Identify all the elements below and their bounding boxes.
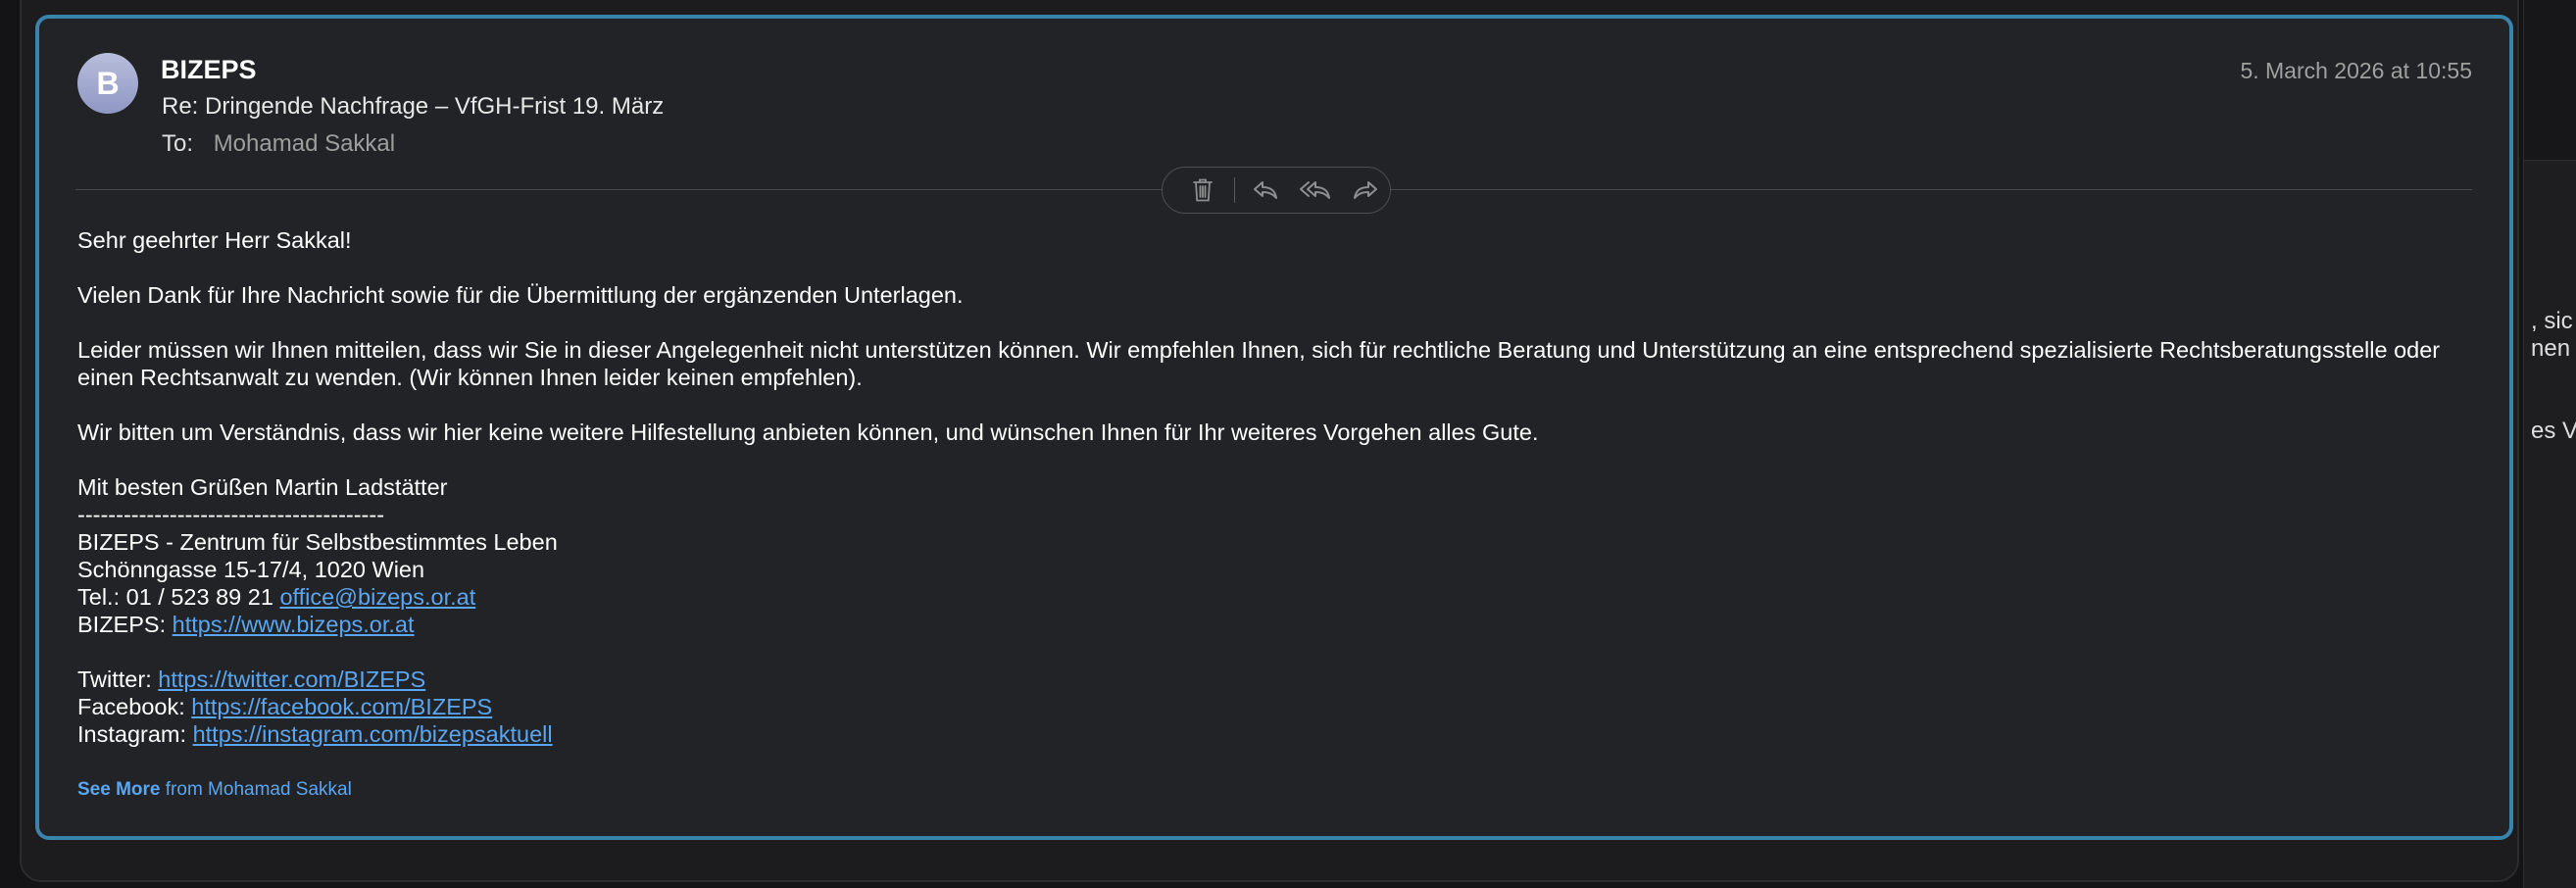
- background-text-peek-3: es Vo: [2531, 418, 2576, 444]
- email-subject: Re: Dringende Nachfrage – VfGH-Frist 19.…: [162, 93, 665, 120]
- twitter-label: Twitter:: [77, 666, 152, 692]
- see-more-sender: from Mohamad Sakkal: [165, 779, 352, 800]
- recipient-name[interactable]: Mohamad Sakkal: [214, 130, 395, 157]
- delete-button[interactable]: [1178, 169, 1228, 212]
- signature-tel-row: Tel.: 01 / 523 89 21 office@bizeps.or.at: [77, 583, 2459, 611]
- tel-label: Tel.: 01 / 523 89 21: [77, 584, 273, 610]
- signature-instagram-row: Instagram: https://instagram.com/bizepsa…: [77, 720, 2459, 748]
- message-action-toolbar: [1162, 167, 1391, 214]
- greeting: Sehr geehrter Herr Sakkal!: [77, 227, 352, 253]
- facebook-label: Facebook:: [77, 694, 185, 719]
- signature-web-row: BIZEPS: https://www.bizeps.or.at: [77, 611, 2459, 638]
- instagram-link[interactable]: https://instagram.com/bizepsaktuell: [193, 721, 553, 747]
- signature-org: BIZEPS - Zentrum für Selbstbestimmtes Le…: [77, 529, 558, 555]
- reply-all-icon: [1299, 181, 1330, 199]
- avatar[interactable]: B: [77, 53, 138, 114]
- background-list-header: [2524, 0, 2576, 161]
- web-label: BIZEPS:: [77, 612, 167, 637]
- email-body: Sehr geehrter Herr Sakkal! Vielen Dank f…: [77, 226, 2459, 748]
- signature-separator: ----------------------------------------: [77, 502, 385, 527]
- twitter-link[interactable]: https://twitter.com/BIZEPS: [158, 666, 425, 692]
- trash-icon: [1193, 178, 1214, 202]
- instagram-label: Instagram:: [77, 721, 187, 747]
- signature-twitter-row: Twitter: https://twitter.com/BIZEPS: [77, 666, 2459, 693]
- forward-icon: [1353, 181, 1377, 199]
- website-link[interactable]: https://www.bizeps.or.at: [173, 612, 415, 637]
- toolbar-separator: [1233, 177, 1235, 203]
- forward-button[interactable]: [1340, 169, 1390, 212]
- email-message-card: B BIZEPS Re: Dringende Nachfrage – VfGH-…: [35, 15, 2513, 840]
- facebook-link[interactable]: https://facebook.com/BIZEPS: [191, 694, 492, 719]
- reply-button[interactable]: [1241, 169, 1291, 212]
- reply-icon: [1254, 181, 1278, 199]
- sender-name[interactable]: BIZEPS: [161, 55, 257, 85]
- background-text-peek-2: nen: [2531, 335, 2571, 362]
- email-link[interactable]: office@bizeps.or.at: [279, 584, 475, 610]
- recipient-row: To: Mohamad Sakkal: [162, 130, 395, 158]
- see-more-link[interactable]: See More from Mohamad Sakkal: [77, 779, 352, 801]
- body-paragraph-1: Vielen Dank für Ihre Nachricht sowie für…: [77, 282, 964, 308]
- reply-all-button[interactable]: [1290, 169, 1340, 212]
- see-more-label: See More: [77, 779, 161, 800]
- body-paragraph-2: Leider müssen wir Ihnen mitteilen, dass …: [77, 337, 2441, 390]
- email-date: 5. March 2026 at 10:55: [2240, 58, 2472, 83]
- signature-spacer: [77, 638, 2459, 666]
- signature-address: Schönngasse 15-17/4, 1020 Wien: [77, 557, 425, 582]
- background-text-peek-1: , sic: [2531, 308, 2573, 334]
- to-label: To:: [162, 130, 194, 157]
- body-paragraph-3: Wir bitten um Verständnis, dass wir hier…: [77, 419, 1539, 445]
- signature-closing: Mit besten Grüßen Martin Ladstätter: [77, 474, 448, 500]
- signature-facebook-row: Facebook: https://facebook.com/BIZEPS: [77, 693, 2459, 720]
